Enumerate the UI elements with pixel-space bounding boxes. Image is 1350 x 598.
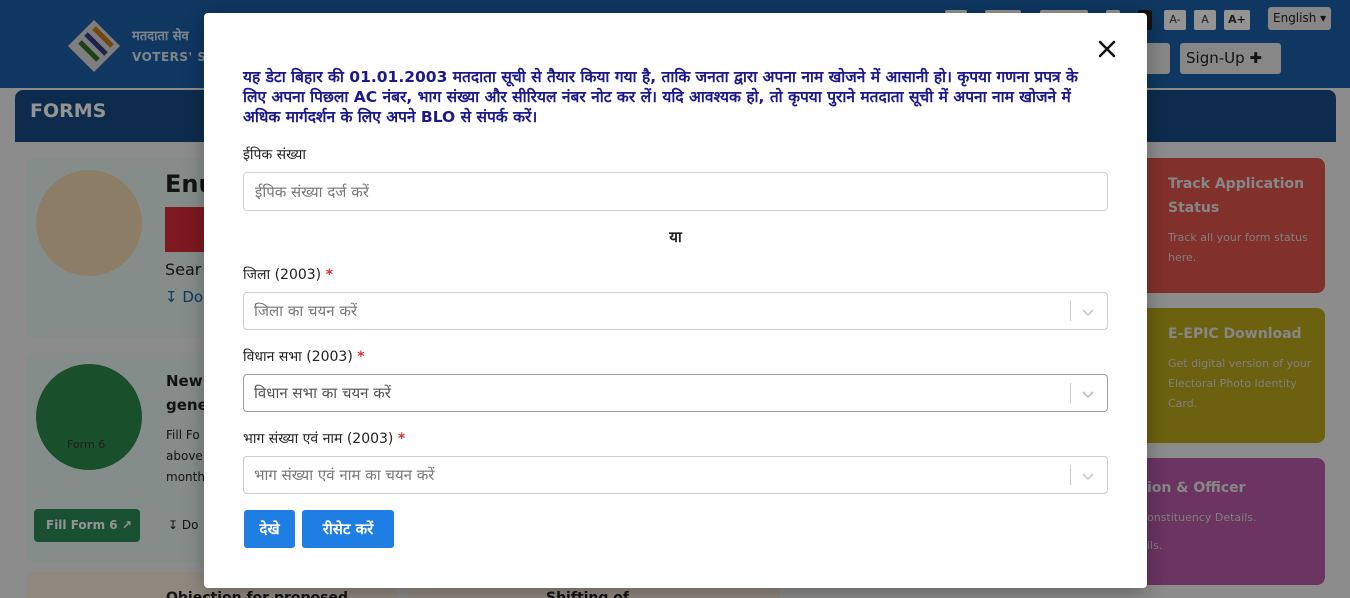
- or-separator: या: [669, 228, 682, 246]
- view-button[interactable]: देखे: [244, 510, 295, 548]
- part-label: भाग संख्या एवं नाम (2003) *: [243, 429, 405, 448]
- part-label-text: भाग संख्या एवं नाम (2003): [243, 431, 394, 447]
- district-label: जिला (2003) *: [243, 265, 333, 284]
- assembly-select[interactable]: विधान सभा का चयन करें: [243, 374, 1108, 412]
- required-mark: *: [397, 431, 406, 447]
- district-select[interactable]: जिला का चयन करें: [243, 292, 1108, 330]
- search-old-roll-modal: यह डेटा बिहार की 01.01.2003 मतदाता सूची …: [204, 13, 1147, 588]
- district-label-text: जिला (2003): [243, 267, 322, 283]
- chevron-down-icon: [1082, 391, 1094, 399]
- district-placeholder: जिला का चयन करें: [254, 302, 357, 320]
- required-mark: *: [325, 267, 333, 283]
- part-placeholder: भाग संख्या एवं नाम का चयन करें: [254, 466, 435, 484]
- part-select[interactable]: भाग संख्या एवं नाम का चयन करें: [243, 456, 1108, 494]
- select-separator: [1070, 465, 1071, 485]
- epic-number-input[interactable]: [243, 172, 1108, 211]
- required-mark: *: [357, 349, 365, 365]
- info-notice: यह डेटा बिहार की 01.01.2003 मतदाता सूची …: [243, 68, 1078, 126]
- select-separator: [1070, 301, 1071, 321]
- assembly-placeholder: विधान सभा का चयन करें: [254, 384, 391, 402]
- select-separator: [1070, 383, 1071, 403]
- chevron-down-icon: [1082, 309, 1094, 317]
- assembly-label-text: विधान सभा (2003): [243, 349, 353, 365]
- assembly-label: विधान सभा (2003) *: [243, 347, 365, 366]
- chevron-down-icon: [1082, 473, 1094, 481]
- reset-button[interactable]: रीसेट करें: [302, 510, 394, 548]
- epic-number-label: ईपिक संख्या: [243, 147, 307, 163]
- close-icon[interactable]: [1095, 37, 1119, 61]
